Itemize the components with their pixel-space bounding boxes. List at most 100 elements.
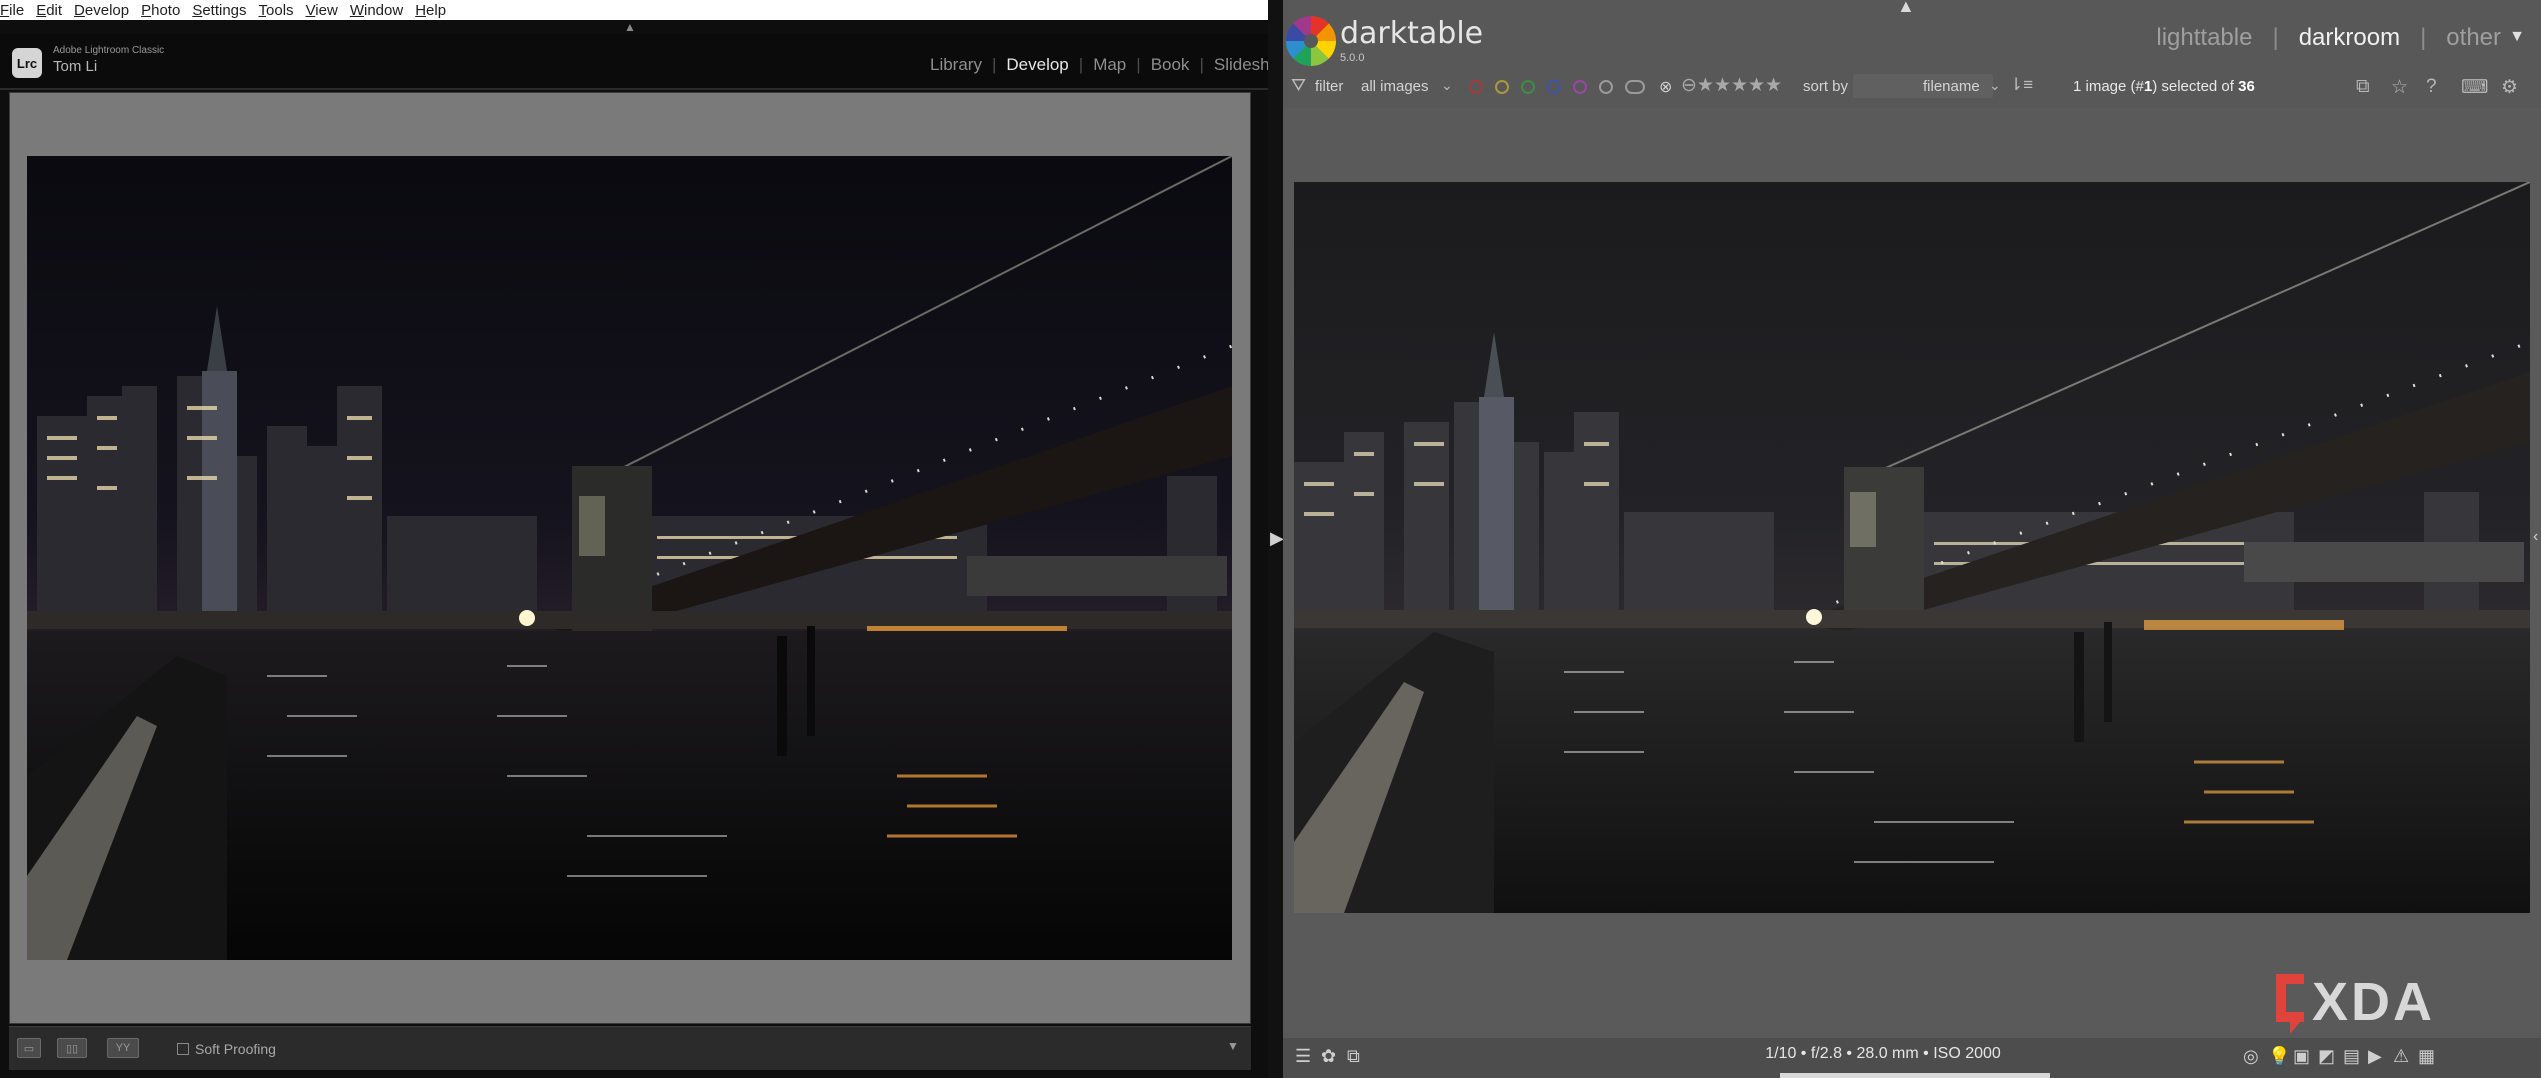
selection-index: 1: [2143, 78, 2153, 95]
clipping-icon[interactable]: ◩: [2318, 1046, 2335, 1067]
module-book[interactable]: Book: [1151, 55, 1190, 75]
app-version: 5.0.0: [1340, 52, 1365, 64]
svg-text:XDA: XDA: [2312, 972, 2435, 1032]
sort-select[interactable]: filename: [1923, 78, 1980, 95]
styles-icon[interactable]: ⧉: [1347, 1046, 1360, 1067]
keyboard-shortcuts-icon[interactable]: ⌨: [2461, 76, 2488, 99]
sort-label: sort by: [1803, 78, 1849, 95]
menu-tools[interactable]: Tools: [259, 2, 306, 19]
reject-icon[interactable]: ⊗: [1659, 77, 1672, 97]
quick-access-icon[interactable]: ☰: [1295, 1046, 1311, 1067]
toolbar-menu-icon[interactable]: ▼: [1227, 1039, 1239, 1053]
loupe-icon: ▭: [23, 1042, 35, 1055]
view-lighttable[interactable]: lighttable: [2156, 24, 2252, 52]
menu-help[interactable]: Help: [415, 2, 458, 19]
module-picker: Library | Develop | Map | Book | Slidesh…: [930, 54, 1268, 76]
menu-edit[interactable]: Edit: [36, 2, 74, 19]
module-develop[interactable]: Develop: [1006, 55, 1068, 75]
xda-watermark-logo: XDA: [2276, 972, 2435, 1034]
compare-label: YY: [115, 1042, 131, 1054]
menu-accel: P: [141, 1, 152, 19]
filter-select[interactable]: all images: [1361, 78, 1429, 95]
softproof-icon[interactable]: ▤: [2343, 1046, 2360, 1067]
menu-accel: D: [74, 1, 85, 19]
collapse-top-panel-icon[interactable]: ▲: [1897, 0, 1915, 17]
module-separator: |: [1199, 55, 1204, 74]
rating-filter-stars[interactable]: ⊖★★★★★: [1681, 74, 1782, 97]
filter-funnel-icon[interactable]: ⛛: [1291, 75, 1306, 96]
presets-icon[interactable]: ✿: [1321, 1046, 1336, 1067]
color-label-purple[interactable]: [1573, 80, 1587, 94]
exif-info: 1/10 • f/2.8 • 28.0 mm • ISO 2000: [1765, 1045, 2001, 1062]
expand-left-panel-icon[interactable]: ▶: [1270, 528, 1284, 549]
color-label-yellow[interactable]: [1495, 80, 1509, 94]
menu-accel: T: [258, 1, 267, 19]
color-label-none[interactable]: [1599, 80, 1613, 94]
color-label-blue[interactable]: [1547, 80, 1561, 94]
soft-proofing-label: Soft Proofing: [195, 1041, 276, 1057]
color-label-red[interactable]: [1469, 80, 1483, 94]
logo-center: [1304, 34, 1318, 48]
menu-label: elp: [426, 1, 447, 19]
lightroom-menubar: File Edit Develop Photo Settings Tools V…: [0, 0, 1268, 20]
views-dropdown-icon[interactable]: ▼: [2509, 28, 2525, 46]
warning-icon[interactable]: ⚠: [2393, 1046, 2409, 1067]
view-switcher: lighttable | darkroom | other: [2156, 24, 2501, 52]
view-darkroom[interactable]: darkroom: [2299, 24, 2400, 52]
lightroom-window: File Edit Develop Photo Settings Tools V…: [0, 0, 1268, 1078]
menu-accel: E: [36, 1, 47, 19]
raw-overexposed-icon[interactable]: ▣: [2293, 1046, 2310, 1067]
module-library[interactable]: Library: [930, 55, 982, 75]
menu-label: ile: [9, 1, 25, 19]
color-assessment-icon[interactable]: 💡: [2268, 1046, 2290, 1067]
menu-label: evelop: [84, 1, 130, 19]
darktable-window: ▲ darktable 5.0.0 lighttable | darkroom …: [1283, 0, 2541, 1078]
color-label-toggle[interactable]: [1625, 80, 1645, 94]
menu-accel: F: [0, 1, 10, 19]
grouping-icon[interactable]: ⧉: [2356, 76, 2370, 98]
filter-label: filter: [1315, 78, 1344, 95]
header-divider: [0, 88, 1268, 90]
expand-right-panel-icon[interactable]: ‹: [2533, 528, 2538, 546]
develop-toolbar: ▭ ▯▯ YY Soft Proofing ▼: [9, 1026, 1251, 1070]
help-icon[interactable]: ?: [2426, 76, 2437, 98]
module-slideshow[interactable]: Slidesho: [1214, 55, 1268, 75]
menu-file[interactable]: File: [0, 2, 36, 19]
menu-settings[interactable]: Settings: [192, 2, 258, 19]
menu-label: hoto: [151, 1, 181, 19]
selection-middle: ) selected of: [2152, 78, 2239, 95]
menu-develop[interactable]: Develop: [74, 2, 141, 19]
before-after-button[interactable]: ▯▯: [57, 1038, 87, 1058]
menu-accel: S: [192, 1, 203, 19]
lightroom-logo: Lrc: [12, 48, 42, 78]
chevron-down-icon[interactable]: ⌄: [1441, 77, 1453, 94]
module-separator: |: [1136, 55, 1141, 74]
guides-icon[interactable]: ▦: [2418, 1046, 2435, 1067]
gamut-check-icon[interactable]: ▶: [2368, 1046, 2382, 1067]
menu-label: dit: [46, 1, 63, 19]
view-other[interactable]: other: [2446, 24, 2501, 52]
menu-label: ettings: [202, 1, 247, 19]
user-name: Tom Li: [53, 58, 98, 75]
soft-proofing-checkbox[interactable]: [177, 1043, 189, 1055]
menu-view[interactable]: View: [306, 2, 350, 19]
star-overlay-icon[interactable]: ☆: [2391, 76, 2408, 99]
preferences-gear-icon[interactable]: ⚙: [2501, 76, 2518, 99]
loupe-view-button[interactable]: ▭: [17, 1038, 41, 1058]
selection-prefix: 1 image (#: [2073, 78, 2144, 95]
menu-accel: V: [305, 1, 316, 19]
menu-window[interactable]: Window: [350, 2, 415, 19]
menu-photo[interactable]: Photo: [141, 2, 192, 19]
compare-view-button[interactable]: YY: [107, 1038, 139, 1058]
focus-peaking-icon[interactable]: ◎: [2243, 1046, 2259, 1067]
menu-label: indow: [363, 1, 404, 19]
collapse-top-panel-icon[interactable]: ▲: [620, 20, 640, 34]
app-title: darktable: [1340, 16, 1484, 51]
menu-label: ools: [266, 1, 294, 19]
chevron-down-icon[interactable]: ⌄: [1989, 77, 2001, 94]
sort-order-icon[interactable]: ⇂≡: [2009, 75, 2033, 95]
module-map[interactable]: Map: [1093, 55, 1126, 75]
filmstrip-scrollbar[interactable]: [1780, 1073, 2050, 1078]
menu-accel: W: [349, 1, 364, 19]
color-label-green[interactable]: [1521, 80, 1535, 94]
